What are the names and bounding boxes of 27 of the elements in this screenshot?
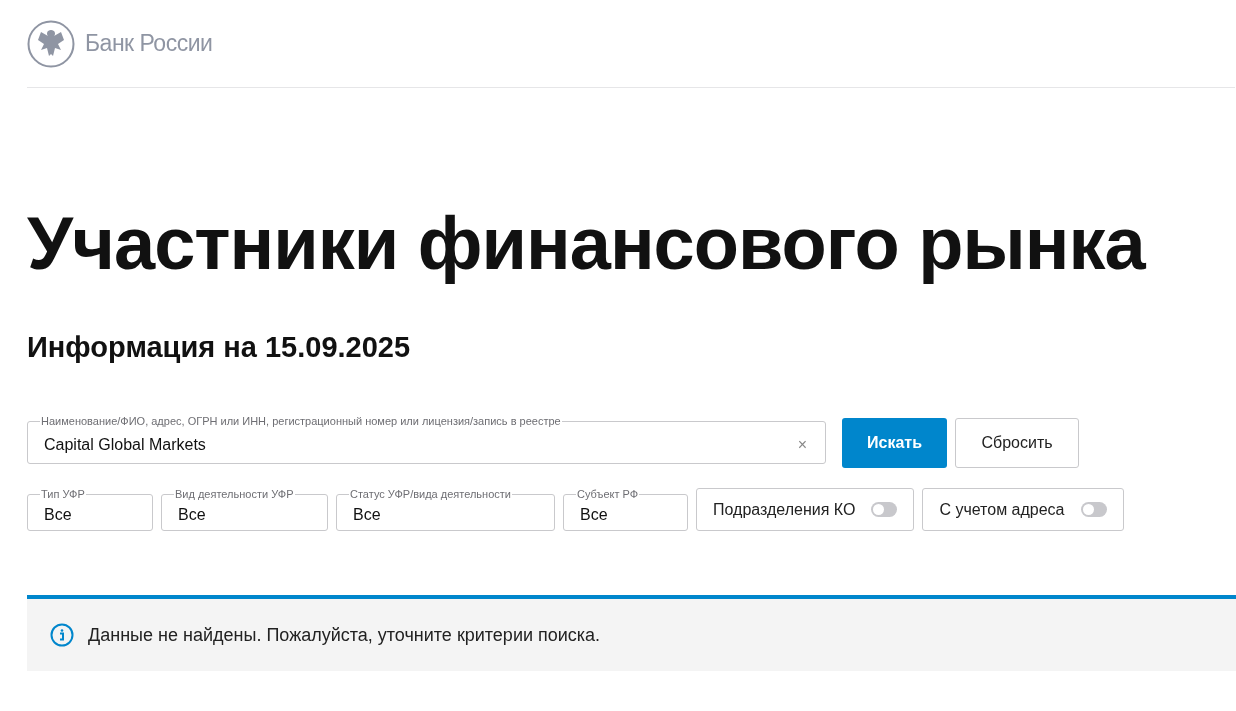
field-label: Статус УФР/вида деятельности	[349, 488, 512, 500]
field-value: Все	[579, 505, 609, 525]
field-value: Все	[352, 505, 382, 525]
logo-text: Банк России	[85, 29, 213, 59]
field-value: Все	[177, 505, 207, 525]
select-field[interactable]: Статус УФР/вида деятельности Все	[336, 488, 555, 531]
field-label: Вид деятельности УФР	[174, 488, 295, 500]
reset-button[interactable]: Сбросить	[955, 418, 1079, 468]
field-label: Субъект РФ	[576, 488, 640, 500]
toggle-option[interactable]: Подразделения КО	[696, 488, 915, 531]
toggle-switch[interactable]	[1080, 502, 1107, 517]
search-field[interactable]: Наименование/ФИО, адрес, ОГРН или ИНН, регистрационный номер или лицензия/запись в реестре Capital Global Markets ×	[27, 415, 826, 464]
search-button[interactable]: Искать	[842, 418, 947, 468]
field-label: Тип УФР	[40, 488, 86, 500]
field-label: Наименование/ФИО, адрес, ОГРН или ИНН, регистрационный номер или лицензия/запись в реестре	[40, 415, 562, 427]
info-icon	[50, 623, 74, 647]
page-title: Участники финансового рынка	[27, 201, 1147, 287]
select-field[interactable]: Тип УФР Все	[27, 488, 153, 531]
toggle-switch[interactable]	[871, 502, 898, 517]
field-value: Все	[43, 505, 73, 525]
field-value: Capital Global Markets	[43, 435, 207, 455]
select-field[interactable]: Вид деятельности УФР Все	[161, 488, 328, 531]
toggle-option[interactable]: С учетом адреса	[922, 488, 1124, 531]
notice-text: Данные не найдены. Пожалуйста, уточните критерии поиска.	[88, 623, 601, 647]
select-field[interactable]: Субъект РФ Все	[563, 488, 688, 531]
clear-button[interactable]: ×	[797, 433, 807, 457]
info-date-heading: Информация на 15.09.2025	[27, 330, 412, 364]
